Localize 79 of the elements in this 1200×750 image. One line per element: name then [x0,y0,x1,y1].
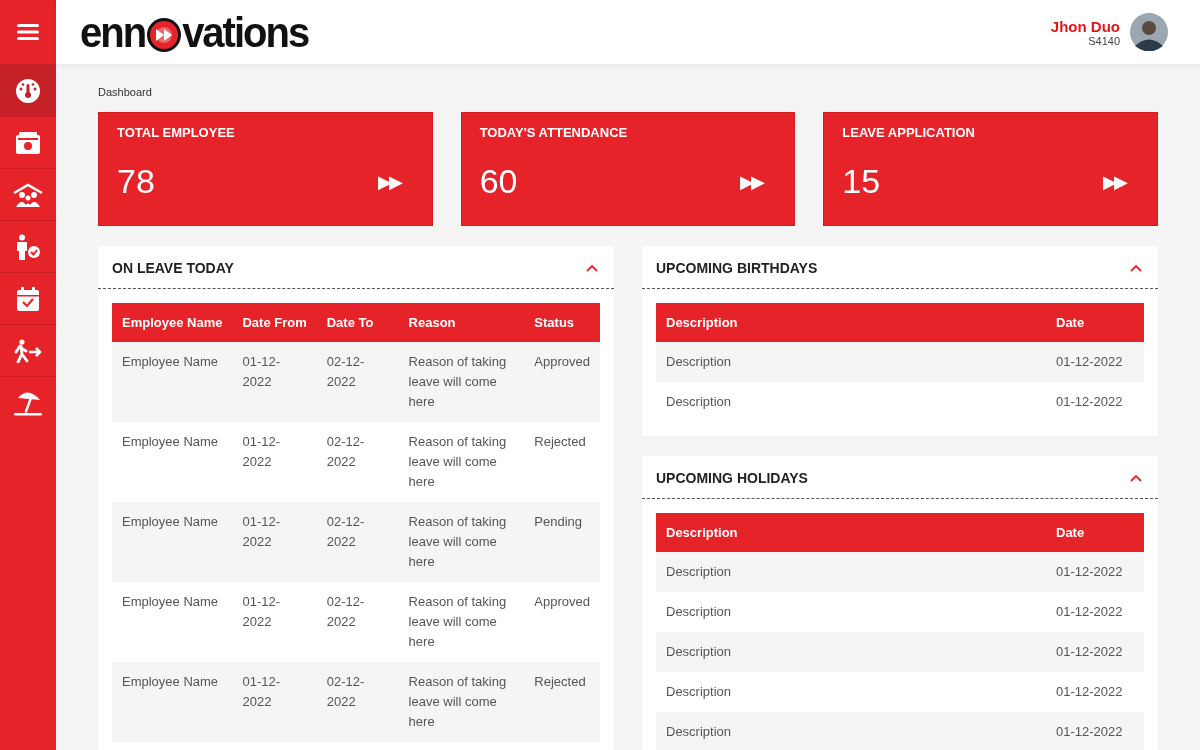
column-header: Date To [316,303,399,342]
table-cell: Reason of taking leave will come here [398,422,525,502]
logo-text: vations [182,11,309,53]
table-cell: Description [656,632,1046,672]
user-name: Jhon Duo [1050,17,1120,35]
table-cell: 01-12-2022 [1046,342,1144,382]
table-cell: Approved [524,582,600,662]
table-cell: Employee Name [112,662,233,742]
calendar-check-icon [17,286,39,311]
table-cell: 01-12-2022 [232,582,317,662]
walking-person-arrow-icon [13,338,43,363]
table-cell: 01-12-2022 [1046,712,1144,750]
breadcrumb: Dashboard [98,86,153,98]
stat-label: TODAY'S ATTENDANCE [479,125,629,140]
table-cell: 02-12-2022 [316,662,399,742]
logo-text: enn [80,11,146,53]
chevron-icon[interactable] [1130,474,1142,482]
panel-title: ON LEAVE TODAY [112,260,234,276]
beach-umbrella-icon [13,389,43,416]
stat-label: LEAVE APPLICATION [842,125,976,140]
column-header: Date From [232,303,317,342]
table-cell: Description [656,342,1046,382]
table-cell: Reason of taking leave will come here [398,502,525,582]
person-check-icon [15,233,41,260]
table-cell: Rejected [524,422,600,502]
table-cell: 01-12-2022 [232,662,317,742]
table-cell: Reason of taking leave will come here [398,582,525,662]
user-id: S4140 [1088,34,1120,47]
avatar[interactable] [1130,13,1168,51]
table-cell: Description [656,382,1046,422]
fast-forward-link[interactable]: ▶▶ [377,170,414,193]
column-header: Employee Name [112,303,233,342]
table-cell: Pending [524,502,600,582]
table-cell: 02-12-2022 [316,502,399,582]
column-header: Reason [398,303,525,342]
table-cell: 01-12-2022 [1046,672,1144,712]
table-cell: 01-12-2022 [232,422,317,502]
stat-label: TOTAL EMPLOYEE [117,125,236,140]
panel-title: UPCOMING HOLIDAYS [656,470,808,486]
table-cell: 02-12-2022 [316,342,399,422]
table-cell: Approved [524,342,600,422]
column-header: Description [656,303,1046,342]
table-cell: 01-12-2022 [1046,592,1144,632]
camera-icon [16,131,40,154]
table-cell: Description [656,712,1046,750]
fast-forward-link[interactable]: ▶▶ [1103,170,1139,193]
stat-value: 78 [117,162,155,201]
gauge-icon [15,77,41,104]
table-cell: Employee Name [112,342,233,422]
logo-fast-forward-icon [146,17,183,53]
chevron-icon[interactable] [586,264,598,272]
table-cell: Description [656,552,1046,592]
table-cell: Employee Name [112,582,233,662]
menu-icon [17,23,39,41]
table-cell: 01-12-2022 [1046,632,1144,672]
panel-title: UPCOMING BIRTHDAYS [656,260,818,276]
table-cell: Reason of taking leave will come here [398,342,525,422]
column-header: Date [1046,303,1144,342]
column-header: Description [656,513,1046,552]
table-cell: 02-12-2022 [316,422,399,502]
column-header: Date [1046,513,1144,552]
table-cell: Description [656,592,1046,632]
table-cell: Reason of taking leave will come here [398,662,525,742]
table-cell: Employee Name [112,502,233,582]
table-cell: Description [656,672,1046,712]
table-cell: 01-12-2022 [1046,382,1144,422]
people-icon [13,182,43,207]
stat-value: 60 [479,162,518,201]
table-cell: 01-12-2022 [232,342,317,422]
table-cell: 02-12-2022 [316,582,399,662]
table-cell: 01-12-2022 [1046,552,1144,592]
sidebar-item[interactable] [0,64,56,116]
fast-forward-link[interactable]: ▶▶ [740,170,777,193]
table-cell: 01-12-2022 [232,502,317,582]
stat-value: 15 [842,162,881,201]
column-header: Status [524,303,600,342]
table-cell: Employee Name [112,422,233,502]
chevron-icon[interactable] [1130,264,1142,272]
table-cell: Rejected [524,662,600,742]
